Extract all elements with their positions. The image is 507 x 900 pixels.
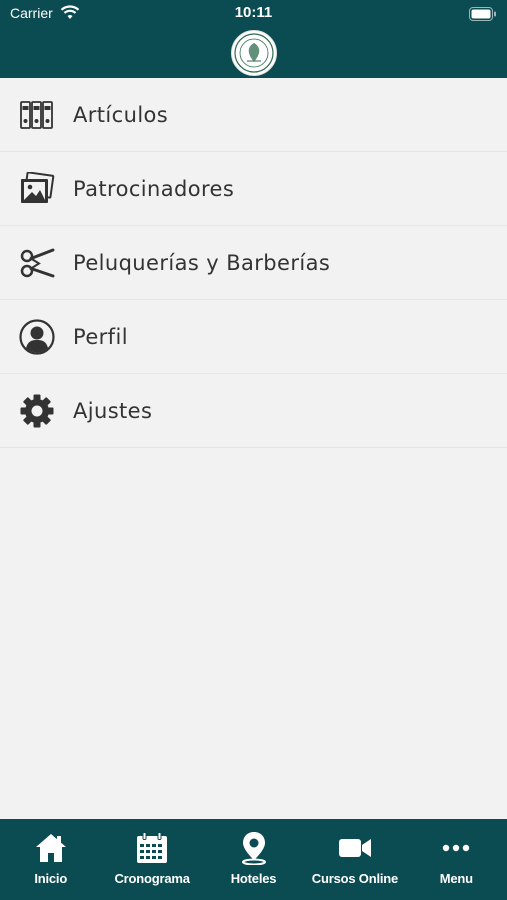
- tab-label: Cronograma: [114, 871, 190, 886]
- battery-icon: [469, 6, 497, 25]
- app-header: Carrier 10:11: [0, 0, 507, 78]
- bottom-tab-bar: Inicio Cronograma Hoteles Cursos Online …: [0, 819, 507, 900]
- tab-label: Menu: [439, 871, 473, 886]
- binders-icon: [19, 97, 55, 133]
- tab-cronograma[interactable]: Cronograma: [101, 819, 202, 900]
- user-circle-icon: [19, 318, 55, 355]
- menu-item-label: Perfil: [73, 324, 128, 349]
- home-icon: [34, 831, 68, 865]
- tab-label: Hoteles: [230, 871, 277, 886]
- scissors-icon: [19, 245, 55, 281]
- status-time: 10:11: [234, 4, 273, 21]
- more-dots-icon: [439, 831, 473, 865]
- menu-item-ajustes[interactable]: Ajustes: [0, 374, 507, 448]
- menu-item-label: Patrocinadores: [73, 176, 235, 201]
- map-pin-icon: [237, 831, 271, 865]
- status-bar: Carrier 10:11: [0, 0, 507, 28]
- tab-menu[interactable]: Menu: [406, 819, 507, 900]
- tab-label: Cursos Online: [311, 871, 399, 886]
- tab-inicio[interactable]: Inicio: [0, 819, 101, 900]
- menu-item-label: Peluquerías y Barberías: [73, 250, 331, 275]
- tab-label: Inicio: [34, 871, 68, 886]
- menu-item-patrocinadores[interactable]: Patrocinadores: [0, 152, 507, 226]
- menu-item-articulos[interactable]: Artículos: [0, 78, 507, 152]
- seal-logo[interactable]: [231, 30, 277, 76]
- menu-item-label: Artículos: [73, 102, 169, 127]
- tab-cursos-online[interactable]: Cursos Online: [304, 819, 405, 900]
- video-camera-icon: [338, 831, 372, 865]
- photos-icon: [19, 171, 55, 207]
- menu-item-label: Ajustes: [73, 398, 153, 423]
- side-menu-list: Artículos Patrocinadores Peluquerías y B: [0, 78, 507, 448]
- menu-item-perfil[interactable]: Perfil: [0, 300, 507, 374]
- calendar-icon: [135, 831, 169, 865]
- gear-icon: [19, 393, 55, 429]
- menu-item-peluquerias[interactable]: Peluquerías y Barberías: [0, 226, 507, 300]
- tab-hoteles[interactable]: Hoteles: [203, 819, 304, 900]
